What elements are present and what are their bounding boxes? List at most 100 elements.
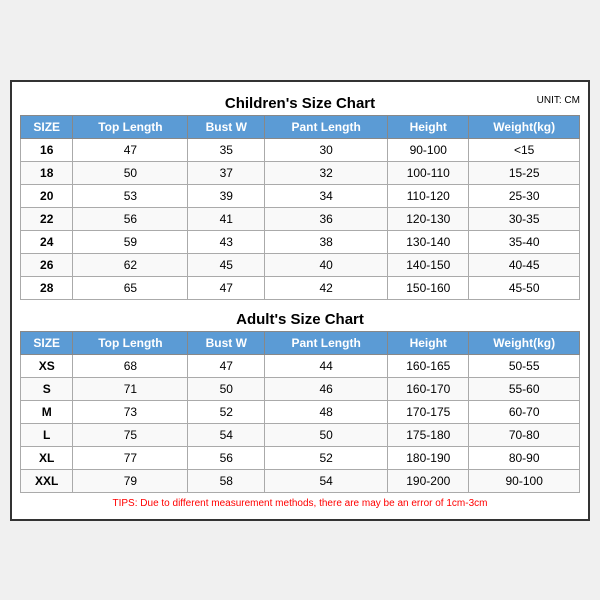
data-cell: 140-150 [388,253,469,276]
data-cell: 15-25 [469,161,580,184]
table-row: XL775652180-19080-90 [21,446,580,469]
data-cell: <15 [469,138,580,161]
children-header-row: SIZE Top Length Bust W Pant Length Heigh… [21,115,580,138]
data-cell: 53 [73,184,188,207]
data-cell: 54 [188,423,265,446]
table-row: XXL795854190-20090-100 [21,469,580,492]
data-cell: 45-50 [469,276,580,299]
children-header-pant-length: Pant Length [265,115,388,138]
data-cell: 150-160 [388,276,469,299]
children-header-top-length: Top Length [73,115,188,138]
size-cell: L [21,423,73,446]
data-cell: 90-100 [388,138,469,161]
data-cell: 55-60 [469,377,580,400]
size-cell: XL [21,446,73,469]
tips-text: TIPS: Due to different measurement metho… [20,493,580,511]
data-cell: 190-200 [388,469,469,492]
data-cell: 75 [73,423,188,446]
data-cell: 32 [265,161,388,184]
data-cell: 58 [188,469,265,492]
data-cell: 71 [73,377,188,400]
size-cell: M [21,400,73,423]
data-cell: 44 [265,354,388,377]
size-cell: S [21,377,73,400]
data-cell: 79 [73,469,188,492]
data-cell: 50 [73,161,188,184]
data-cell: 39 [188,184,265,207]
adult-size-table: SIZE Top Length Bust W Pant Length Heigh… [20,331,580,493]
table-row: L755450175-18070-80 [21,423,580,446]
data-cell: 47 [188,276,265,299]
data-cell: 73 [73,400,188,423]
data-cell: 110-120 [388,184,469,207]
table-row: 1647353090-100<15 [21,138,580,161]
data-cell: 52 [265,446,388,469]
data-cell: 50 [265,423,388,446]
size-cell: 24 [21,230,73,253]
size-cell: XS [21,354,73,377]
children-size-table: SIZE Top Length Bust W Pant Length Heigh… [20,115,580,300]
adult-title-text: Adult's Size Chart [236,311,364,328]
size-chart-container: Children's Size Chart UNIT: CM SIZE Top … [10,80,590,521]
data-cell: 36 [265,207,388,230]
data-cell: 47 [188,354,265,377]
table-row: M735248170-17560-70 [21,400,580,423]
size-cell: XXL [21,469,73,492]
children-header-size: SIZE [21,115,73,138]
data-cell: 65 [73,276,188,299]
data-cell: 70-80 [469,423,580,446]
adult-header-top-length: Top Length [73,331,188,354]
table-row: 26624540140-15040-45 [21,253,580,276]
data-cell: 45 [188,253,265,276]
data-cell: 130-140 [388,230,469,253]
data-cell: 37 [188,161,265,184]
data-cell: 59 [73,230,188,253]
table-row: 22564136120-13030-35 [21,207,580,230]
data-cell: 60-70 [469,400,580,423]
data-cell: 25-30 [469,184,580,207]
adult-header-pant-length: Pant Length [265,331,388,354]
data-cell: 47 [73,138,188,161]
data-cell: 43 [188,230,265,253]
data-cell: 40 [265,253,388,276]
table-row: 28654742150-16045-50 [21,276,580,299]
adult-header-weight: Weight(kg) [469,331,580,354]
data-cell: 68 [73,354,188,377]
data-cell: 46 [265,377,388,400]
data-cell: 50 [188,377,265,400]
size-cell: 16 [21,138,73,161]
children-title-text: Children's Size Chart [225,95,375,112]
adult-header-bust-w: Bust W [188,331,265,354]
adult-header-size: SIZE [21,331,73,354]
data-cell: 77 [73,446,188,469]
data-cell: 170-175 [388,400,469,423]
children-section-title: Children's Size Chart UNIT: CM [20,90,580,115]
data-cell: 50-55 [469,354,580,377]
data-cell: 52 [188,400,265,423]
data-cell: 35 [188,138,265,161]
size-cell: 20 [21,184,73,207]
data-cell: 175-180 [388,423,469,446]
data-cell: 41 [188,207,265,230]
data-cell: 160-165 [388,354,469,377]
data-cell: 56 [73,207,188,230]
data-cell: 42 [265,276,388,299]
table-row: S715046160-17055-60 [21,377,580,400]
size-cell: 18 [21,161,73,184]
table-row: XS684744160-16550-55 [21,354,580,377]
data-cell: 30-35 [469,207,580,230]
children-header-bust-w: Bust W [188,115,265,138]
data-cell: 35-40 [469,230,580,253]
adult-section-title: Adult's Size Chart [20,306,580,331]
children-header-weight: Weight(kg) [469,115,580,138]
size-cell: 28 [21,276,73,299]
children-header-height: Height [388,115,469,138]
data-cell: 34 [265,184,388,207]
data-cell: 40-45 [469,253,580,276]
size-cell: 26 [21,253,73,276]
data-cell: 48 [265,400,388,423]
data-cell: 120-130 [388,207,469,230]
adult-header-height: Height [388,331,469,354]
data-cell: 56 [188,446,265,469]
table-row: 24594338130-14035-40 [21,230,580,253]
